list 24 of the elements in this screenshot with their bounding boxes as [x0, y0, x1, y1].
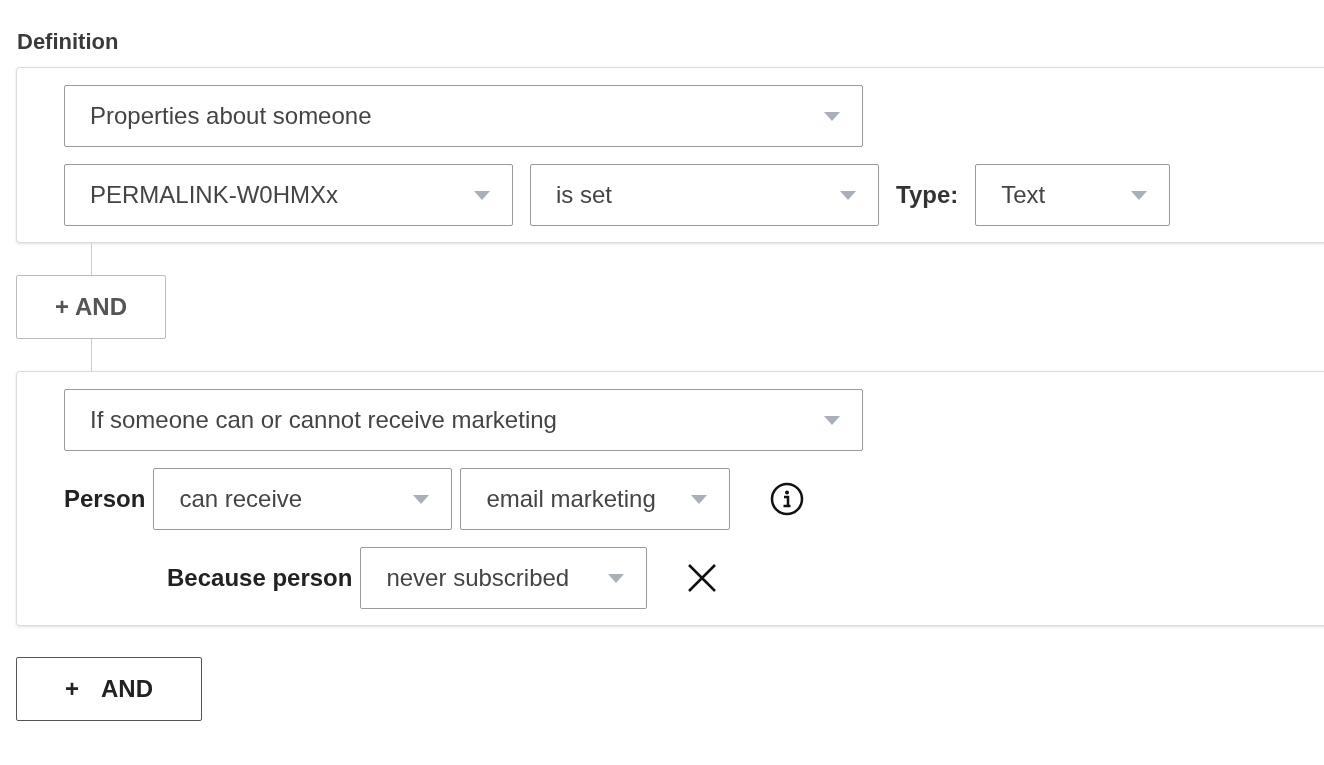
- caret-icon: [691, 494, 708, 504]
- close-icon[interactable]: [687, 563, 718, 593]
- caret-icon: [474, 190, 490, 200]
- caret-icon: [413, 494, 430, 504]
- field-label: Person: [64, 485, 146, 513]
- select-dropdown[interactable]: never subscribed: [360, 547, 648, 609]
- field-label: Because person: [167, 564, 353, 592]
- select-dropdown[interactable]: email marketing: [460, 468, 731, 530]
- info-icon[interactable]: [770, 482, 805, 516]
- section-title: Definition: [17, 29, 119, 55]
- select-dropdown[interactable]: Properties about someone: [64, 85, 863, 147]
- caret-icon: [824, 111, 840, 121]
- caret-icon: [608, 573, 625, 583]
- select-dropdown[interactable]: is set: [530, 164, 879, 226]
- select-dropdown[interactable]: can receive: [153, 468, 453, 530]
- select-dropdown[interactable]: Text: [975, 164, 1171, 226]
- caret-icon: [1131, 190, 1148, 200]
- field-label: Type:: [896, 181, 959, 209]
- caret-icon: [824, 415, 840, 425]
- caret-icon: [840, 190, 856, 200]
- select-dropdown[interactable]: If someone can or cannot receive marketing: [64, 389, 863, 451]
- and-connector-button[interactable]: + AND: [16, 275, 166, 339]
- add-and-button[interactable]: + AND: [16, 657, 202, 721]
- select-dropdown[interactable]: PERMALINK-W0HMXx: [64, 164, 513, 226]
